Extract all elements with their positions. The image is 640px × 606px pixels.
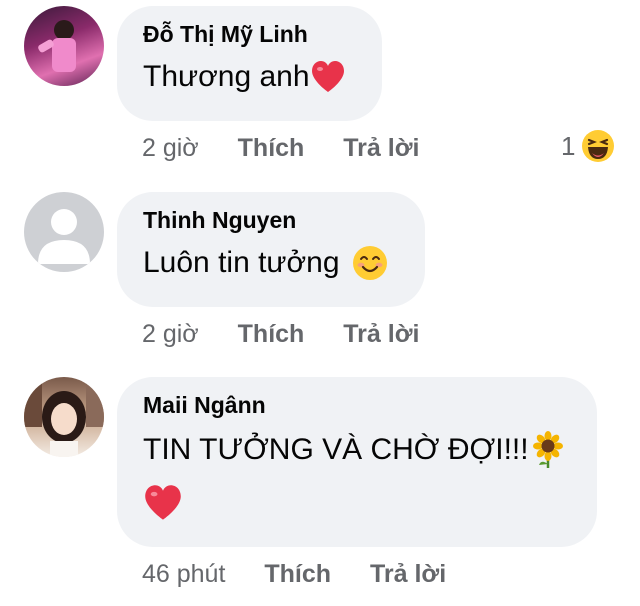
- comment-bubble: Maii Ngânn TIN TƯỞNG VÀ CHỜ ĐỢI!!!: [117, 377, 597, 547]
- comment-text-content: TIN TƯỞNG VÀ CHỜ ĐỢI!!!: [143, 433, 529, 467]
- like-button[interactable]: Thích: [238, 134, 305, 162]
- heart-emoji: [311, 61, 344, 93]
- comment-time[interactable]: 46 phút: [142, 560, 225, 588]
- reaction-summary[interactable]: 1: [561, 129, 615, 163]
- comment-bubble: Thinh Nguyen Luôn tin tưởng: [117, 192, 425, 307]
- reply-button[interactable]: Trả lời: [343, 134, 419, 162]
- comment-text-content: Thương anh: [143, 60, 310, 94]
- comment-time[interactable]: 2 giờ: [142, 134, 199, 162]
- heart-emoji: [145, 485, 181, 520]
- comment-author[interactable]: Thinh Nguyen: [143, 206, 399, 234]
- comment-text-line2: [143, 484, 571, 522]
- comment-text: Thương anh: [143, 56, 356, 97]
- comment-text-content: Luôn tin tưởng: [143, 246, 340, 280]
- reply-button[interactable]: Trả lời: [370, 560, 446, 588]
- comment-time[interactable]: 2 giờ: [142, 320, 199, 348]
- like-button[interactable]: Thích: [238, 320, 305, 348]
- reply-button[interactable]: Trả lời: [343, 320, 419, 348]
- like-button[interactable]: Thích: [264, 560, 331, 588]
- laughing-emoji: [582, 130, 615, 162]
- comment-meta: 46 phút Thích Trả lời: [142, 559, 446, 589]
- reaction-count: 1: [561, 130, 576, 161]
- comment-text: TIN TƯỞNG VÀ CHỜ ĐỢI!!!: [143, 429, 571, 470]
- comment-bubble: Đỗ Thị Mỹ Linh Thương anh: [117, 6, 382, 121]
- smiling-emoji: [352, 246, 387, 281]
- comment-meta: 2 giờ Thích Trả lời: [142, 133, 419, 163]
- comment-meta: 2 giờ Thích Trả lời: [142, 319, 419, 349]
- comment-author[interactable]: Đỗ Thị Mỹ Linh: [143, 20, 356, 48]
- avatar[interactable]: [24, 377, 104, 457]
- avatar[interactable]: [24, 192, 104, 272]
- sunflower-emoji: [532, 431, 563, 469]
- default-avatar-icon: [38, 209, 90, 264]
- avatar-photo: [38, 20, 76, 72]
- avatar[interactable]: [24, 6, 104, 86]
- comment-author[interactable]: Maii Ngânn: [143, 391, 571, 419]
- comment-text: Luôn tin tưởng: [143, 242, 399, 283]
- avatar-photo: [24, 377, 104, 457]
